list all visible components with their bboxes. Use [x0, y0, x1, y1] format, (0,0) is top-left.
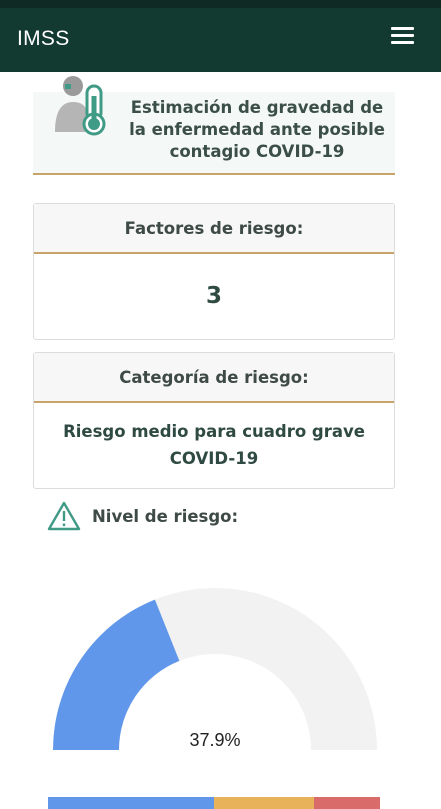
gauge-fill [53, 599, 180, 750]
status-bar [0, 0, 441, 8]
risk-category-value: Riesgo medio para cuadro grave COVID-19 [63, 422, 365, 468]
risk-level-heading: Nivel de riesgo: [47, 500, 238, 532]
risk-factors-card: Factores de riesgo: 3 [33, 203, 395, 340]
hamburger-menu-icon[interactable] [388, 22, 418, 48]
risk-scale-bar [48, 797, 380, 809]
risk-factors-value: 3 [205, 283, 222, 309]
scale-segment-medium [214, 797, 314, 809]
person-thermometer-icon [55, 76, 106, 136]
warning-triangle-icon [47, 501, 81, 531]
risk-category-card: Categoría de riesgo: Riesgo medio para c… [33, 352, 395, 489]
app-title[interactable]: IMSS [17, 27, 70, 51]
risk-category-label: Categoría de riesgo: [34, 353, 394, 403]
risk-factors-label: Factores de riesgo: [34, 204, 394, 254]
risk-level-label: Nivel de riesgo: [92, 506, 239, 526]
top-navbar: IMSS [0, 8, 441, 72]
hero-title: Estimación de gravedad de la enfermedad … [129, 98, 385, 161]
hero-banner: Estimación de gravedad de la enfermedad … [33, 76, 395, 175]
scale-segment-high [313, 797, 380, 809]
gauge-value: 37.9% [189, 730, 241, 750]
scale-segment-low [48, 797, 214, 809]
